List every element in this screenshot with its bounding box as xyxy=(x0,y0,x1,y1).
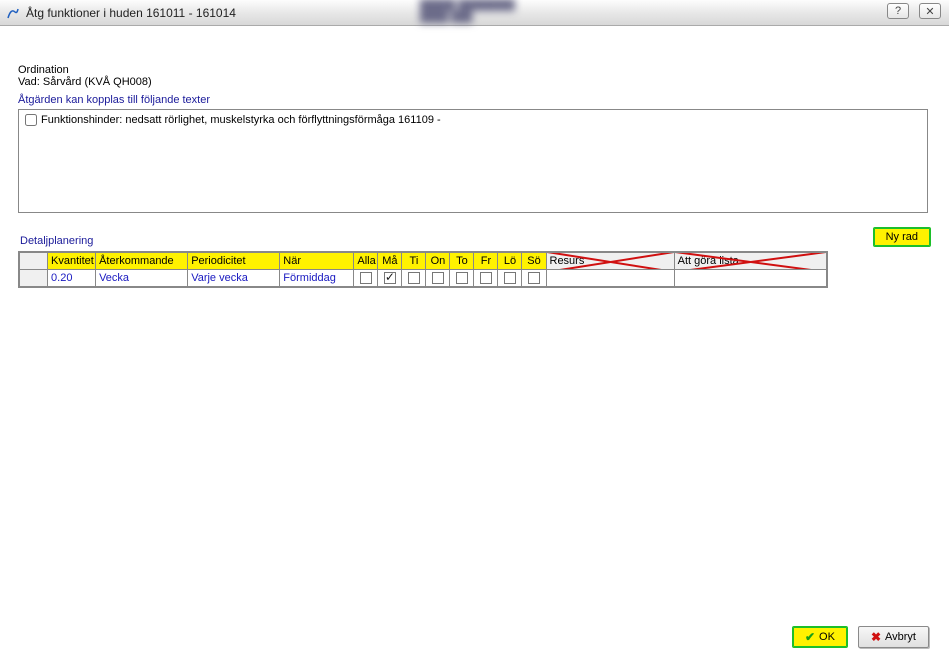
texter-item[interactable]: Funktionshinder: nedsatt rörlighet, musk… xyxy=(25,114,921,126)
checkbox-to[interactable] xyxy=(456,272,468,284)
cell-periodicitet[interactable]: Varje vecka xyxy=(188,270,280,287)
col-kvantitet: Kvantitet xyxy=(48,253,96,270)
texter-checkbox[interactable] xyxy=(25,114,37,126)
col-periodicitet: Periodicitet xyxy=(188,253,280,270)
ordination-label: Ordination xyxy=(18,64,931,76)
checkbox-so[interactable] xyxy=(528,272,540,284)
col-nar: När xyxy=(280,253,354,270)
checkbox-ma[interactable] xyxy=(384,272,396,284)
ny-rad-label: Ny rad xyxy=(886,231,918,243)
checkbox-lo[interactable] xyxy=(504,272,516,284)
check-icon: ✔ xyxy=(805,630,815,644)
col-so: Sö xyxy=(522,253,546,270)
blurred-area: █████ ████████████ ███ xyxy=(420,0,610,24)
help-button[interactable]: ? xyxy=(887,3,909,19)
checkbox-on[interactable] xyxy=(432,272,444,284)
cell-fr[interactable] xyxy=(474,270,498,287)
ordination-block: Ordination Vad: Sårvård (KVÅ QH008) xyxy=(18,64,931,88)
col-to: To xyxy=(450,253,474,270)
cell-so[interactable] xyxy=(522,270,546,287)
x-icon: ✖ xyxy=(871,630,881,644)
ok-label: OK xyxy=(819,631,835,643)
cell-to[interactable] xyxy=(450,270,474,287)
row-handle-header xyxy=(20,253,48,270)
col-lo: Lö xyxy=(498,253,522,270)
cell-nar[interactable]: Förmiddag xyxy=(280,270,354,287)
ok-button[interactable]: ✔ OK xyxy=(792,626,848,648)
avbryt-label: Avbryt xyxy=(885,631,916,643)
ordination-vad: Vad: Sårvård (KVÅ QH008) xyxy=(18,76,931,88)
ny-rad-button[interactable]: Ny rad xyxy=(873,227,931,247)
checkbox-ti[interactable] xyxy=(408,272,420,284)
table-row[interactable]: 0.20 Vecka Varje vecka Förmiddag xyxy=(20,270,827,287)
col-fr: Fr xyxy=(474,253,498,270)
close-button[interactable]: ✕ xyxy=(919,3,941,19)
detalj-table: Kvantitet Återkommande Periodicitet När … xyxy=(18,251,828,288)
col-resurs: Resurs xyxy=(546,253,674,270)
detaljplanering-label: Detaljplanering xyxy=(18,235,95,247)
col-attgora: Att göra lista xyxy=(674,253,826,270)
cell-kvantitet[interactable]: 0.20 xyxy=(48,270,96,287)
table-header-row: Kvantitet Återkommande Periodicitet När … xyxy=(20,253,827,270)
window-title: Åtg funktioner i huden 161011 - 161014 xyxy=(26,6,236,20)
titlebar: Åtg funktioner i huden 161011 - 161014 █… xyxy=(0,0,949,26)
col-attgora-text: Att göra lista xyxy=(678,255,739,267)
texter-section-label: Åtgärden kan kopplas till följande texte… xyxy=(18,94,931,106)
texter-listbox[interactable]: Funktionshinder: nedsatt rörlighet, musk… xyxy=(18,109,928,213)
cell-ti[interactable] xyxy=(402,270,426,287)
cell-aterkommande[interactable]: Vecka xyxy=(96,270,188,287)
col-on: On xyxy=(426,253,450,270)
col-resurs-text: Resurs xyxy=(550,255,585,267)
checkbox-fr[interactable] xyxy=(480,272,492,284)
col-ti: Ti xyxy=(402,253,426,270)
avbryt-button[interactable]: ✖ Avbryt xyxy=(858,626,929,648)
cell-lo[interactable] xyxy=(498,270,522,287)
cell-attgora[interactable] xyxy=(674,270,826,287)
col-aterkommande: Återkommande xyxy=(96,253,188,270)
cell-resurs[interactable] xyxy=(546,270,674,287)
col-alla: Alla xyxy=(354,253,378,270)
texter-item-text: Funktionshinder: nedsatt rörlighet, musk… xyxy=(41,114,441,126)
checkbox-alla[interactable] xyxy=(360,272,372,284)
cell-ma[interactable] xyxy=(378,270,402,287)
row-handle[interactable] xyxy=(20,270,48,287)
cell-on[interactable] xyxy=(426,270,450,287)
cell-alla[interactable] xyxy=(354,270,378,287)
app-icon xyxy=(6,6,20,20)
col-ma: Må xyxy=(378,253,402,270)
